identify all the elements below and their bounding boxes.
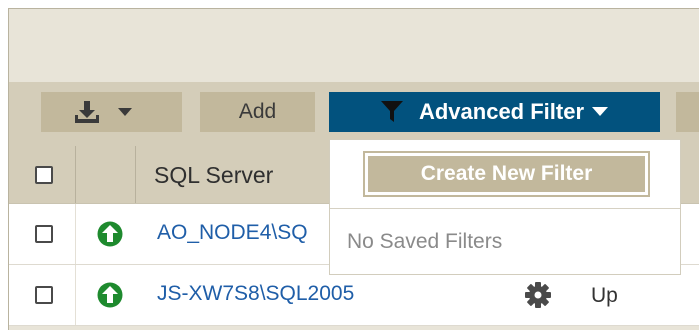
more-toolbar-button[interactable] — [676, 92, 699, 132]
select-all-checkbox[interactable] — [35, 166, 53, 184]
caret-down-icon — [592, 107, 609, 116]
column-divider — [75, 265, 76, 325]
create-new-filter-button[interactable]: Create New Filter — [363, 151, 650, 197]
add-button[interactable]: Add — [200, 92, 315, 132]
dropdown-divider — [330, 208, 680, 209]
download-icon — [74, 101, 99, 123]
server-link[interactable]: AO_NODE4\SQ — [157, 221, 308, 245]
column-header-sql-server[interactable]: SQL Server — [154, 162, 273, 189]
row-checkbox[interactable] — [35, 225, 53, 243]
up-arrow-circle-icon — [97, 221, 123, 247]
funnel-icon — [380, 101, 403, 122]
advanced-filter-button[interactable]: Advanced Filter — [329, 92, 660, 132]
toolbar: Add Advanced Filter — [9, 82, 699, 146]
column-divider — [135, 146, 136, 203]
gear-icon[interactable] — [524, 281, 552, 309]
create-new-filter-label: Create New Filter — [368, 156, 645, 192]
caret-down-icon — [117, 107, 132, 116]
up-arrow-circle-icon — [97, 282, 123, 308]
column-divider — [75, 146, 76, 203]
server-link[interactable]: JS-XW7S8\SQL2005 — [157, 282, 354, 306]
advanced-filter-dropdown: Create New Filter No Saved Filters — [329, 139, 681, 275]
status-text: Up — [591, 284, 618, 307]
app-frame: Add Advanced Filter SQL Server AO_NODE4\… — [8, 8, 699, 330]
column-divider — [75, 204, 76, 264]
export-button[interactable] — [41, 92, 182, 132]
advanced-filter-label: Advanced Filter — [418, 99, 585, 124]
no-saved-filters-text: No Saved Filters — [347, 230, 503, 253]
row-checkbox[interactable] — [35, 286, 53, 304]
add-label: Add — [238, 100, 277, 123]
